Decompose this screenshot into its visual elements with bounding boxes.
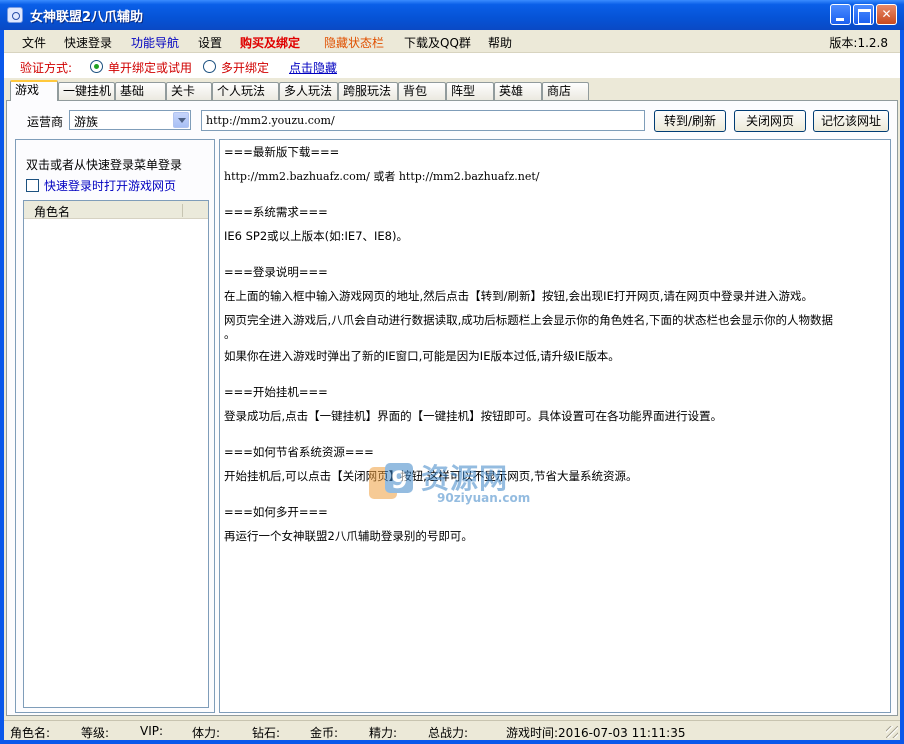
window-title: 女神联盟2八爪辅助 (30, 10, 144, 25)
menu-buy-bind[interactable]: 购买及绑定 (240, 34, 300, 51)
chevron-down-icon[interactable] (173, 112, 189, 128)
client-area: 文件 快速登录 功能导航 设置 购买及绑定 隐藏状态栏 下载及QQ群 帮助 版本… (4, 30, 900, 740)
tab-shop[interactable]: 商店 (542, 82, 589, 100)
info-line: 网页完全进入游戏后,八爪会自动进行数据读取,成功后标题栏上会显示你的角色姓名,下… (224, 313, 833, 327)
login-hint: 双击或者从快速登录菜单登录 (26, 158, 183, 172)
tab-bag[interactable]: 背包 (398, 82, 446, 100)
tab-multi-play[interactable]: 多人玩法 (279, 82, 338, 100)
status-level: 等级: (81, 726, 110, 740)
character-list[interactable]: 角色名 (23, 200, 209, 708)
status-character-name: 角色名: (10, 726, 51, 740)
watermark-subtext: 90ziyuan.com (437, 491, 531, 505)
radio-single-bind[interactable] (90, 60, 103, 73)
game-tab-panel: 运营商 游族 http://mm2.youzu.com/ 转到/刷新 关闭网页 … (6, 100, 898, 716)
menu-help[interactable]: 帮助 (488, 34, 512, 51)
remember-url-button[interactable]: 记忆该网址 (813, 110, 889, 132)
tab-game[interactable]: 游戏 (10, 80, 58, 101)
tab-solo-play[interactable]: 个人玩法 (212, 82, 279, 100)
status-total-power: 总战力: (428, 726, 469, 740)
status-vip: VIP: (140, 724, 164, 738)
info-line: ===登录说明=== (224, 265, 328, 279)
watermark-logo-digit: 9 (391, 466, 408, 494)
info-line: 登录成功后,点击【一键挂机】界面的【一键挂机】按钮即可。具体设置可在各功能界面进… (224, 409, 723, 423)
info-line: ===系统需求=== (224, 205, 328, 219)
menu-hide-statusbar[interactable]: 隐藏状态栏 (324, 34, 384, 51)
tab-formation[interactable]: 阵型 (446, 82, 494, 100)
operator-label: 运营商 (27, 115, 64, 129)
menu-download-qq[interactable]: 下载及QQ群 (404, 34, 471, 51)
info-line: 。 (224, 327, 236, 341)
operator-value: 游族 (74, 115, 99, 129)
radio-single-bind-label[interactable]: 单开绑定或试用 (108, 59, 192, 76)
info-line: ===如何节省系统资源=== (224, 445, 374, 459)
tab-strip: 游戏 一键挂机 基础 关卡 个人玩法 多人玩法 跨服玩法 背包 阵型 英雄 商店 (4, 80, 900, 101)
info-line: ===开始挂机=== (224, 385, 328, 399)
menu-quick-login[interactable]: 快速登录 (64, 34, 112, 51)
hide-link[interactable]: 点击隐藏 (289, 59, 337, 76)
status-gold: 金币: (310, 726, 339, 740)
column-separator[interactable] (182, 204, 183, 217)
info-line: IE6 SP2或以上版本(如:IE7、IE8)。 (224, 229, 408, 243)
goto-refresh-button[interactable]: 转到/刷新 (654, 110, 726, 132)
verify-row: 验证方式: 单开绑定或试用 多开绑定 点击隐藏 (4, 52, 900, 78)
tab-one-key-idle[interactable]: 一键挂机 (58, 82, 115, 100)
status-stamina: 体力: (192, 726, 221, 740)
close-page-button[interactable]: 关闭网页 (734, 110, 806, 132)
login-panel: 双击或者从快速登录菜单登录 快速登录时打开游戏网页 角色名 (15, 139, 215, 713)
open-page-checkbox-label[interactable]: 快速登录时打开游戏网页 (44, 177, 176, 194)
maximize-button[interactable] (853, 4, 874, 25)
verify-label: 验证方式: (20, 61, 73, 75)
app-icon (7, 7, 23, 23)
status-energy: 精力: (369, 726, 398, 740)
status-bar: 角色名: 等级: VIP: 体力: 钻石: 金币: 精力: 总战力: 游戏时间:… (4, 720, 900, 740)
url-input[interactable]: http://mm2.youzu.com/ (201, 110, 645, 131)
info-line: ===如何多开=== (224, 505, 328, 519)
status-diamonds: 钻石: (252, 726, 281, 740)
list-header[interactable]: 角色名 (24, 201, 208, 219)
status-game-time: 游戏时间:2016-07-03 11:11:35 (506, 726, 686, 740)
menu-settings[interactable]: 设置 (198, 34, 222, 51)
app-window: 女神联盟2八爪辅助 ✕ 文件 快速登录 功能导航 设置 购买及绑定 隐藏状态栏 … (0, 0, 904, 744)
minimize-button[interactable] (830, 4, 851, 25)
radio-multi-bind[interactable] (203, 60, 216, 73)
title-bar[interactable]: 女神联盟2八爪辅助 ✕ (0, 0, 904, 30)
info-line: 在上面的输入框中输入游戏网页的地址,然后点击【转到/刷新】按钮,会出现IE打开网… (224, 289, 813, 303)
version-label: 版本:1.2.8 (829, 36, 888, 50)
radio-multi-bind-label[interactable]: 多开绑定 (221, 59, 269, 76)
close-button[interactable]: ✕ (876, 4, 897, 25)
info-line: 如果你在进入游戏时弹出了新的IE窗口,可能是因为IE版本过低,请升级IE版本。 (224, 349, 620, 363)
menu-file[interactable]: 文件 (22, 34, 46, 51)
info-line: 再运行一个女神联盟2八爪辅助登录别的号即可。 (224, 529, 473, 543)
tab-heroes[interactable]: 英雄 (494, 82, 542, 100)
watermark: 9 资源网 90ziyuan.com (367, 457, 557, 509)
menu-function-nav[interactable]: 功能导航 (131, 34, 179, 51)
menu-bar: 文件 快速登录 功能导航 设置 购买及绑定 隐藏状态栏 下载及QQ群 帮助 版本… (4, 30, 900, 52)
open-page-checkbox[interactable] (26, 179, 39, 192)
tab-cross-server[interactable]: 跨服玩法 (338, 82, 398, 100)
column-character-name[interactable]: 角色名 (34, 203, 70, 220)
tab-basic[interactable]: 基础 (115, 82, 166, 100)
watermark-logo-icon: 9 (369, 463, 413, 499)
operator-select[interactable]: 游族 (69, 110, 191, 130)
info-text-area[interactable]: ===最新版下载=== http://mm2.bazhuafz.com/ 或者 … (219, 139, 891, 713)
tab-level[interactable]: 关卡 (166, 82, 212, 100)
info-line: http://mm2.bazhuafz.com/ 或者 http://mm2.b… (224, 170, 540, 183)
resize-grip-icon[interactable] (886, 726, 898, 738)
info-line: ===最新版下载=== (224, 145, 340, 159)
